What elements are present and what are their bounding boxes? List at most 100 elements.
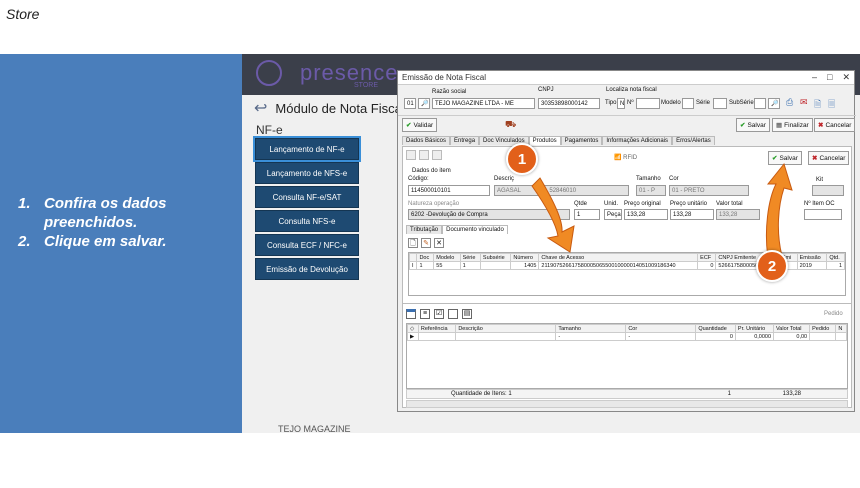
salvar-item-button[interactable]: ✔ Salvar <box>768 151 802 165</box>
finalizar-icon: ▦ <box>776 122 783 129</box>
docs-toolbar: 🗋 ✎ ✕ <box>408 238 444 248</box>
menu-emissao-devolucao[interactable]: Emissão de Devolução <box>255 258 359 280</box>
kit-field <box>812 185 844 196</box>
emissao-dialog: Emissão de Nota Fiscal – □ ✕ Razão socia… <box>397 70 856 412</box>
cancelar-top-button[interactable]: ✖ Cancelar <box>814 118 856 132</box>
app-footer: TEJO MAGAZINE <box>278 424 351 433</box>
serie-field[interactable] <box>713 98 727 109</box>
menu-lancamento-nfe[interactable]: Lançamento de NF-e <box>253 136 361 162</box>
tab-entrega[interactable]: Entrega <box>450 136 480 145</box>
finalizar-button[interactable]: ▦ Finalizar <box>772 118 813 132</box>
step-2: 2. Clique em salvar. <box>18 233 167 250</box>
row-pointer-icon: ▶ <box>407 332 419 341</box>
descricao-field: AGASAL 52846010 <box>494 185 629 196</box>
new-doc-icon[interactable]: 🗋 <box>408 238 418 248</box>
delete-item-icon[interactable] <box>432 150 442 160</box>
main-tabs: Dados Básicos Entrega Doc Vinculados Pro… <box>402 136 715 145</box>
blank-icon[interactable] <box>448 309 458 319</box>
item-subtabs: Tributação Documento vinculado <box>406 225 508 234</box>
back-arrow-icon[interactable]: ↩ <box>254 98 267 118</box>
checklist-icon[interactable]: ☑ <box>434 309 444 319</box>
item-toolbar <box>406 150 442 160</box>
valor-total-field: 133,28 <box>716 209 760 220</box>
items-toolbar: ≡ ☑ ▤ <box>406 309 472 319</box>
rfid-label[interactable]: 📶 RFID <box>614 154 637 161</box>
callout-2: 2 <box>756 250 788 282</box>
items-grid: ◇ Referência Descrição Tamanho Cor Quant… <box>406 323 848 389</box>
numero-field[interactable] <box>636 98 660 109</box>
email-icon[interactable]: ✉ <box>800 97 808 108</box>
cancelar-item-button[interactable]: ✖ Cancelar <box>808 151 850 165</box>
sort-icon[interactable]: ◇ <box>407 324 419 333</box>
menu-lancamento-nfse[interactable]: Lançamento de NFS-e <box>255 162 359 184</box>
edit-item-icon[interactable] <box>419 150 429 160</box>
menu-consulta-nfe-sat[interactable]: Consulta NF-e/SAT <box>255 186 359 208</box>
preco-unitario-field[interactable]: 133,28 <box>670 209 714 220</box>
module-title: ↩ Módulo de Nota Fiscal <box>254 98 405 118</box>
list-icon[interactable]: ≡ <box>420 309 430 319</box>
tab-pagamentos[interactable]: Pagamentos <box>560 136 603 145</box>
tipo-field[interactable]: N <box>617 98 625 109</box>
new-item-icon[interactable] <box>406 150 416 160</box>
export-icon[interactable]: ▤ <box>462 309 472 319</box>
codigo-field[interactable]: 114500010101 <box>408 185 490 196</box>
logo-sub: STORE <box>354 82 378 89</box>
menu-consulta-ecf[interactable]: Consulta ECF / NFC-e <box>255 234 359 256</box>
salvar-top-button[interactable]: ✔ Salvar <box>736 118 770 132</box>
razao-field[interactable]: TEJO MAGAZINE LTDA - ME <box>432 98 535 109</box>
validar-button[interactable]: ✔ Validar <box>402 118 438 132</box>
cor-field: 01 - PRETO <box>669 185 749 196</box>
items-footer: Quantidade de Itens: 1 1 133,28 <box>406 389 848 399</box>
tab-documento-vinculado[interactable]: Documento vinculado <box>442 225 508 234</box>
tab-informacoes-adicionais[interactable]: Informações Adicionais <box>602 136 673 145</box>
divider <box>398 115 856 116</box>
side-menu: Lançamento de NF-e Lançamento de NFS-e C… <box>253 136 361 282</box>
section-label: NF-e <box>256 123 283 137</box>
nitem-oc-field[interactable] <box>804 209 842 220</box>
natureza-field: 6202 -Devolução de Compra <box>408 209 570 220</box>
tab-tributacao[interactable]: Tributação <box>406 225 443 234</box>
cnpj-field[interactable]: 30353898000142 <box>538 98 600 109</box>
maximize-icon[interactable]: □ <box>827 72 832 83</box>
preco-original-field[interactable]: 133,28 <box>624 209 668 220</box>
truck-icon[interactable]: ⛟ <box>505 119 516 131</box>
dialog-titlebar: Emissão de Nota Fiscal – □ ✕ <box>398 71 854 85</box>
logo: presence <box>300 60 399 85</box>
qtde-field[interactable]: 1 <box>574 209 600 220</box>
tab-dados-basicos[interactable]: Dados Básicos <box>402 136 451 145</box>
items-header-row: ◇ Referência Descrição Tamanho Cor Quant… <box>407 324 847 333</box>
callout-1: 1 <box>506 143 538 175</box>
delete-doc-icon[interactable]: ✕ <box>434 238 444 248</box>
check-icon: ✔ <box>740 122 746 129</box>
subserie-field[interactable] <box>754 98 766 109</box>
logo-icon <box>256 60 282 86</box>
menu-consulta-nfse[interactable]: Consulta NFS-e <box>255 210 359 232</box>
empresa-code-field[interactable]: 01 <box>404 98 416 109</box>
step-1-cont: preenchidos. <box>44 214 138 231</box>
localiza-search-icon[interactable]: 🔎 <box>768 98 780 109</box>
check-icon: ✔ <box>406 122 412 129</box>
minimize-icon[interactable]: – <box>812 72 817 83</box>
table-row[interactable]: ▶ - - 0 0,0000 0,00 <box>407 332 847 341</box>
tab-produtos[interactable]: Produtos <box>528 136 561 145</box>
x-icon: ✖ <box>812 155 818 162</box>
check-icon: ✔ <box>772 155 778 162</box>
document-icon[interactable]: 🗎 <box>814 97 821 113</box>
unid-field[interactable]: Peça <box>604 209 622 220</box>
modelo-field[interactable] <box>682 98 694 109</box>
search-icon[interactable]: 🔎 <box>418 98 430 109</box>
x-icon: ✖ <box>818 122 824 129</box>
page-title: Store <box>6 6 40 22</box>
step-1: 1. Confira os dados <box>18 195 167 212</box>
edit-doc-icon[interactable]: ✎ <box>421 238 431 248</box>
tamanho-field: 01 - P <box>636 185 666 196</box>
instruction-steps: 1. Confira os dados preenchidos. 2. Clique… <box>18 194 167 251</box>
print-icon[interactable]: ⎙ <box>786 97 793 108</box>
tab-erros-alertas[interactable]: Erros/Alertas <box>672 136 715 145</box>
instruction-panel: 1. Confira os dados preenchidos. 2. Clique… <box>0 54 242 433</box>
window-icon[interactable] <box>406 309 416 319</box>
report-icon[interactable]: 🗏 <box>828 97 835 113</box>
horizontal-scrollbar[interactable] <box>406 400 848 408</box>
divider <box>402 303 852 304</box>
close-icon[interactable]: ✕ <box>842 72 850 83</box>
